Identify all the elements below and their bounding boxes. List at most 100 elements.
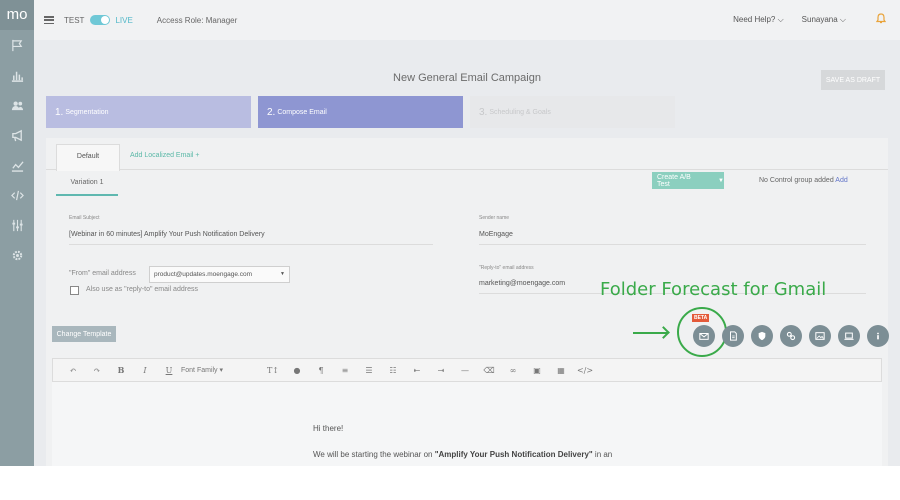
reply-to-checkbox-label: Also use as "reply-to" email address: [86, 286, 198, 293]
body-prefix: We will be starting the webinar on: [313, 450, 435, 459]
create-ab-test-button[interactable]: Create A/B Test ▼: [652, 172, 724, 189]
email-editor-body[interactable]: Hi there! We will be starting the webina…: [52, 382, 882, 466]
control-group-note: No Control group added Add: [759, 177, 848, 184]
undo-icon[interactable]: ↶: [61, 366, 85, 375]
locale-tabs: Default Add Localized Email +: [46, 138, 888, 171]
laptop-icon: [844, 332, 854, 340]
add-localized-email-link[interactable]: Add Localized Email +: [130, 152, 199, 159]
step-number: 2.: [267, 106, 276, 118]
step-number: 3.: [479, 106, 488, 118]
envelope-icon: [699, 333, 709, 340]
email-body-line: We will be starting the webinar on "Ampl…: [313, 450, 612, 459]
clear-format-icon[interactable]: ⌫: [477, 366, 501, 375]
line-chart-icon[interactable]: [0, 150, 34, 180]
sender-name-label: Sender name: [479, 215, 510, 221]
text-color-icon[interactable]: ●: [285, 366, 309, 375]
bell-icon[interactable]: [875, 13, 887, 27]
arrow-right-icon: [633, 332, 667, 334]
font-size-icon[interactable]: T↕: [261, 366, 285, 375]
step-segmentation[interactable]: 1. Segmentation: [46, 96, 251, 128]
env-test-label: TEST: [64, 15, 85, 25]
step-label: Compose Email: [277, 108, 327, 116]
link-icon: [786, 331, 796, 341]
sliders-icon[interactable]: [0, 210, 34, 240]
font-family-label: Font Family: [181, 367, 218, 374]
tab-variation-1[interactable]: Variation 1: [56, 172, 118, 196]
environment-toggle[interactable]: [90, 15, 111, 25]
access-role: Access Role: Manager: [156, 15, 238, 25]
body-bold: "Amplify Your Push Notification Delivery…: [434, 450, 593, 459]
megaphone-icon[interactable]: [0, 120, 34, 150]
table-icon[interactable]: ▦: [549, 366, 573, 375]
outdent-icon[interactable]: ⇤: [405, 366, 429, 375]
body-suffix: in an: [592, 450, 613, 459]
step-compose-email[interactable]: 2. Compose Email: [258, 96, 463, 128]
compose-panel: Default Add Localized Email + Variation …: [46, 138, 889, 466]
email-tools: BETA: [692, 314, 889, 347]
paragraph-icon[interactable]: ¶: [309, 366, 333, 375]
add-control-group-link[interactable]: Add: [835, 177, 847, 184]
preview-button[interactable]: [838, 325, 860, 347]
sender-name-field[interactable]: MoEngage: [479, 231, 866, 245]
step-number: 1.: [55, 106, 64, 118]
from-email-value: product@updates.moengage.com: [154, 271, 253, 278]
env-live-label: LIVE: [115, 15, 133, 25]
from-email-select[interactable]: product@updates.moengage.com ▼: [149, 266, 290, 283]
indent-icon[interactable]: ⇥: [429, 366, 453, 375]
flag-icon[interactable]: [0, 30, 34, 60]
app-logo[interactable]: mo: [0, 0, 34, 30]
step-label: Segmentation: [65, 108, 109, 116]
info-icon: [877, 332, 879, 340]
reply-to-checkbox[interactable]: [70, 286, 79, 295]
links-button[interactable]: [780, 325, 802, 347]
settings-icon[interactable]: [0, 240, 34, 270]
horizontal-rule-icon[interactable]: —: [453, 366, 477, 375]
image-icon: [815, 332, 825, 340]
link-icon[interactable]: ∞: [501, 366, 525, 375]
tab-default[interactable]: Default: [56, 144, 120, 171]
gmail-folder-forecast-button[interactable]: BETA: [692, 314, 715, 347]
from-email-label: "From" email address: [69, 270, 136, 277]
ab-test-label: Create A/B Test: [657, 173, 691, 188]
chevron-down-icon: ▼: [280, 271, 285, 277]
reply-to-label: "Reply-to" email address: [479, 265, 534, 271]
underline-icon[interactable]: U: [157, 366, 181, 375]
hamburger-menu-icon[interactable]: [44, 16, 54, 24]
save-as-draft-button[interactable]: SAVE AS DRAFT: [821, 70, 885, 90]
email-greeting: Hi there!: [313, 424, 344, 433]
subject-label: Email Subject: [69, 215, 100, 221]
font-family-select[interactable]: Font Family ▾: [181, 366, 261, 374]
images-button[interactable]: [809, 325, 831, 347]
italic-icon[interactable]: I: [133, 366, 157, 375]
annotation-title: Folder Forecast for Gmail: [600, 279, 827, 300]
align-icon[interactable]: ≡: [333, 366, 357, 375]
step-label: Scheduling & Goals: [489, 108, 551, 116]
sidebar: mo: [0, 0, 34, 466]
spam-check-button[interactable]: [751, 325, 773, 347]
editor-toolbar: ↶ ↷ B I U Font Family ▾ T↕ ● ¶ ≡ ☰ ☷ ⇤ ⇥…: [52, 358, 882, 382]
image-icon[interactable]: ▣: [525, 366, 549, 375]
page-title: New General Email Campaign: [393, 72, 541, 84]
document-icon: [730, 331, 737, 341]
save-template-button[interactable]: [722, 325, 744, 347]
shield-icon: [758, 331, 766, 341]
beta-badge: BETA: [692, 314, 710, 322]
control-group-text: No Control group added: [759, 177, 834, 184]
top-bar: TEST LIVE Access Role: Manager Need Help…: [34, 0, 900, 40]
unordered-list-icon[interactable]: ☷: [381, 366, 405, 375]
redo-icon[interactable]: ↷: [85, 366, 109, 375]
need-help-menu[interactable]: Need Help? ⌵: [733, 15, 784, 25]
code-icon[interactable]: [0, 180, 34, 210]
users-icon[interactable]: [0, 90, 34, 120]
bar-chart-icon[interactable]: [0, 60, 34, 90]
wizard-steps: 1. Segmentation 2. Compose Email 3. Sche…: [46, 96, 675, 128]
user-menu[interactable]: Sunayana ⌵: [802, 15, 846, 25]
bold-icon[interactable]: B: [109, 365, 133, 375]
step-scheduling-goals[interactable]: 3. Scheduling & Goals: [470, 96, 675, 128]
info-button[interactable]: [867, 325, 889, 347]
page-bottom-strip: [0, 466, 900, 500]
change-template-button[interactable]: Change Template: [52, 326, 116, 342]
code-view-icon[interactable]: </>: [573, 366, 597, 375]
ordered-list-icon[interactable]: ☰: [357, 366, 381, 375]
subject-field[interactable]: [Webinar in 60 minutes] Amplify Your Pus…: [69, 231, 433, 245]
